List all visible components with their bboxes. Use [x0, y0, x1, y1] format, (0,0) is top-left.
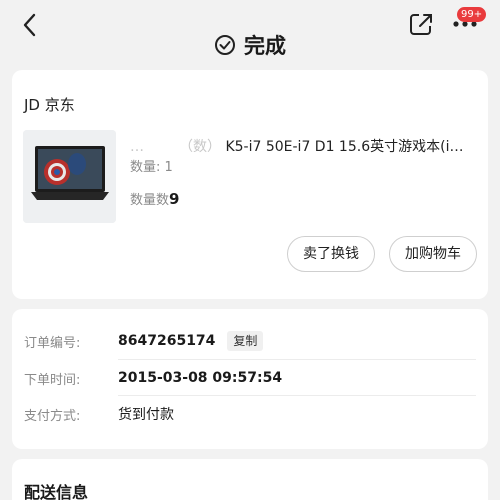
- payment-method-row: 支付方式: 货到付款: [24, 396, 476, 432]
- product-card: JD 京东 … （数） K5-i7 50E-i7 D1 15.6英寸游戏本(i……: [12, 70, 488, 299]
- order-id-value: 8647265174: [118, 333, 216, 349]
- top-bar: 99+ 完成: [0, 0, 500, 62]
- product-image[interactable]: [23, 130, 116, 223]
- copy-button[interactable]: 复制: [227, 331, 264, 351]
- status-title: 完成: [244, 34, 286, 58]
- product-quantity: 数量: 1: [130, 160, 173, 175]
- shop-name[interactable]: JD 京东: [24, 94, 75, 115]
- laptop-thumbnail-icon: [23, 130, 116, 223]
- delivery-title: 配送信息: [24, 483, 89, 500]
- order-info-card: 订单编号: 8647265174 复制 下单时间: 2015-03-08 09:…: [12, 309, 488, 449]
- product-title[interactable]: … （数） K5-i7 50E-i7 D1 15.6英寸游戏本(i…: [130, 136, 480, 156]
- delivery-info-card: 配送信息: [12, 459, 488, 500]
- order-status: 完成: [0, 30, 500, 60]
- sell-button[interactable]: 卖了换钱: [287, 236, 375, 272]
- order-id-row: 订单编号: 8647265174 复制: [24, 323, 476, 359]
- order-time-label: 下单时间:: [24, 372, 81, 388]
- add-to-cart-button[interactable]: 加购物车: [389, 236, 477, 272]
- payment-method-label: 支付方式:: [24, 408, 81, 424]
- payment-method-value: 货到付款: [118, 407, 174, 423]
- message-count-badge: 99+: [457, 7, 487, 22]
- order-time-row: 下单时间: 2015-03-08 09:57:54: [24, 360, 476, 396]
- product-quantity-secondary: 数量数9: [130, 190, 180, 208]
- check-circle-icon: [215, 35, 235, 55]
- order-id-label: 订单编号:: [24, 335, 81, 351]
- order-time-value: 2015-03-08 09:57:54: [118, 370, 283, 386]
